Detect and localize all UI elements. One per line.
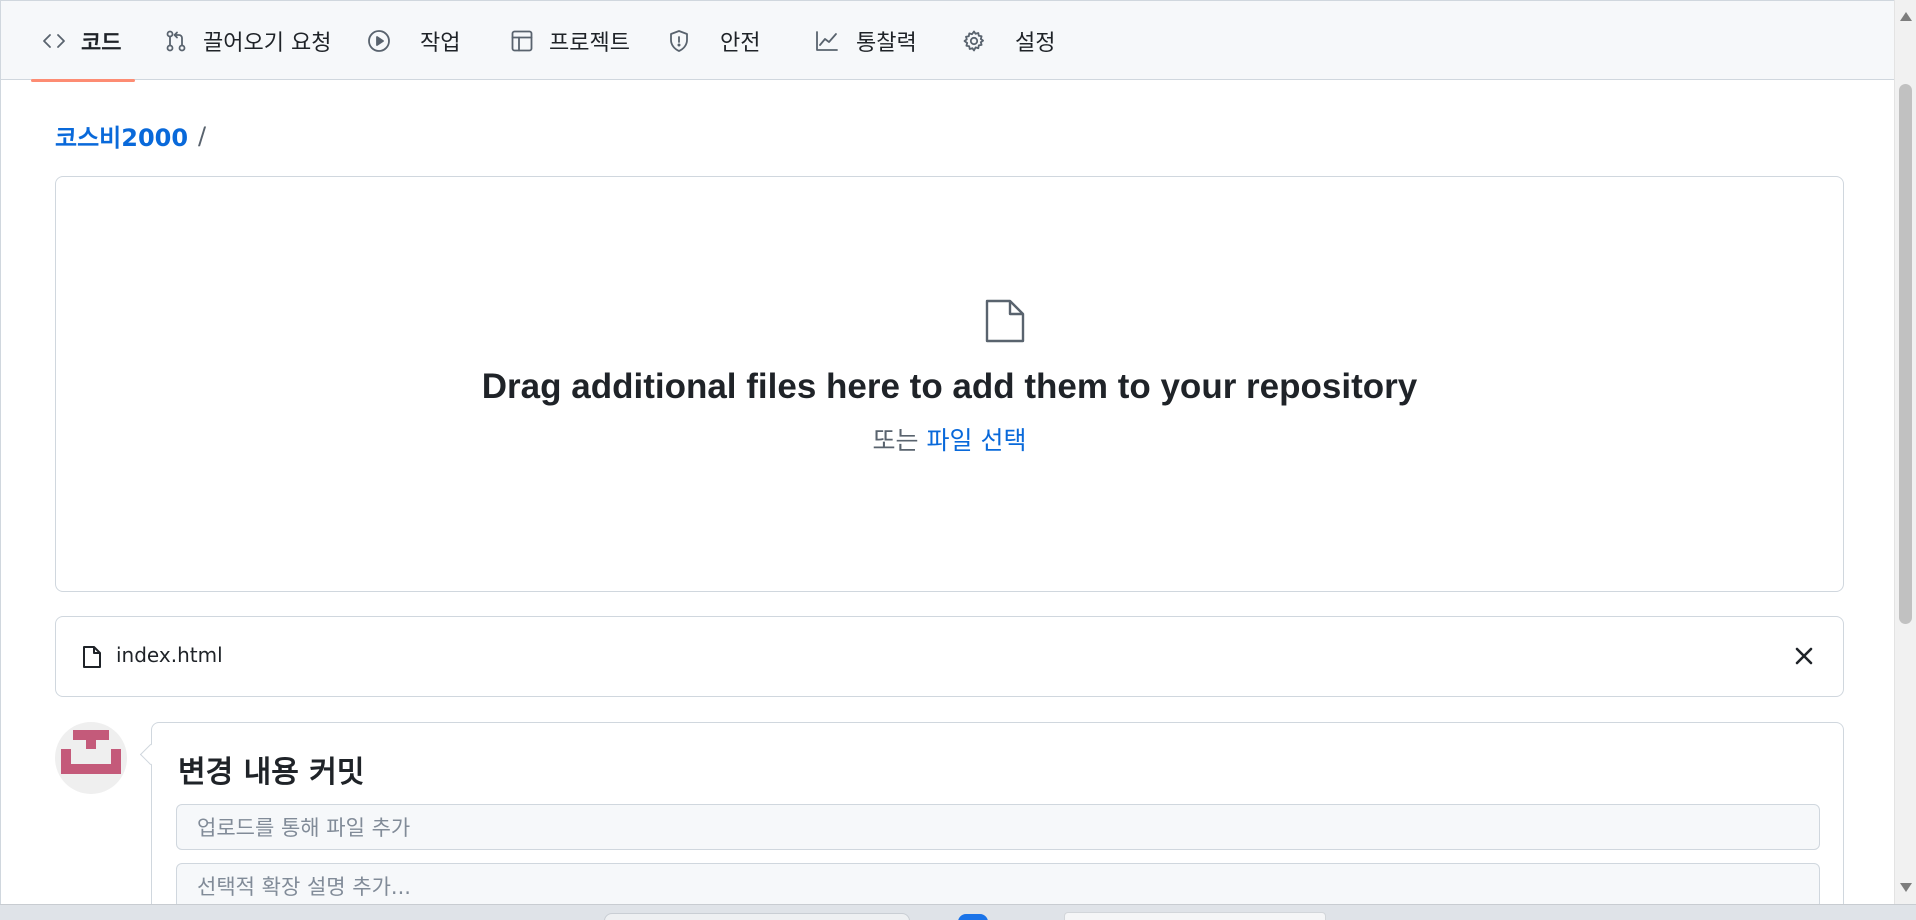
tab-pull-requests[interactable]: 끌어오기 요청 (163, 1, 331, 81)
tab-label: 끌어오기 요청 (203, 31, 332, 56)
taskbar-item[interactable] (1064, 912, 1326, 920)
drop-zone-or-text: 또는 (872, 426, 919, 455)
taskbar-strip (0, 904, 1916, 920)
tab-projects[interactable]: 프로젝트 (509, 1, 630, 81)
drop-zone-title: Drag additional files here to add them t… (481, 367, 1418, 406)
scroll-up-arrow-icon[interactable] (1900, 12, 1912, 21)
avatar (55, 722, 127, 794)
gear-icon (961, 28, 987, 54)
play-icon (366, 28, 392, 54)
vertical-scrollbar[interactable] (1894, 0, 1916, 904)
scroll-down-arrow-icon[interactable] (1900, 883, 1912, 892)
pull-request-icon (163, 28, 189, 54)
uploaded-file-name: index.html (116, 643, 223, 667)
scrollbar-thumb[interactable] (1899, 84, 1912, 624)
file-icon (983, 297, 1027, 345)
repo-owner-link[interactable]: 코스비2000 (55, 118, 188, 153)
tab-security[interactable]: 안전 (666, 1, 760, 81)
tab-settings[interactable]: 설정 (961, 1, 1055, 81)
tab-actions[interactable]: 작업 (366, 1, 460, 81)
commit-changes-box: 변경 내용 커밋 업로드를 통해 파일 추가 선택적 확장 설명 추가... (151, 722, 1844, 904)
shield-icon (666, 28, 692, 54)
tab-label: 프로젝트 (549, 31, 630, 56)
commit-summary-input[interactable]: 업로드를 통해 파일 추가 (176, 804, 1820, 850)
tab-label: 안전 (720, 31, 761, 56)
graph-icon (814, 28, 840, 54)
drop-zone-subtitle: 또는 파일 선택 (56, 421, 1843, 457)
choose-files-link[interactable]: 파일 선택 (927, 426, 1027, 455)
code-icon (41, 28, 67, 54)
commit-description-input[interactable]: 선택적 확장 설명 추가... (176, 863, 1820, 904)
commit-title: 변경 내용 커밋 (178, 755, 365, 790)
table-icon (509, 28, 535, 54)
file-icon (82, 645, 102, 669)
tab-insights[interactable]: 통찰력 (814, 1, 917, 81)
file-drop-zone[interactable]: Drag additional files here to add them t… (55, 176, 1844, 592)
taskbar-app-icon[interactable] (958, 914, 988, 920)
uploaded-file-row: index.html (55, 616, 1844, 697)
page: 코드 끌어오기 요청 작업 프로젝트 안전 통찰력 설정 코스비2000 / D… (0, 0, 1894, 904)
tab-label: 작업 (420, 31, 461, 56)
tab-code[interactable]: 코드 (30, 1, 137, 82)
breadcrumb-separator: / (198, 121, 207, 150)
breadcrumb: 코스비2000 / (55, 118, 206, 153)
tab-label: 통찰력 (856, 31, 917, 56)
tab-label: 설정 (1015, 31, 1056, 56)
tab-label: 코드 (81, 31, 122, 56)
close-icon[interactable] (1791, 643, 1817, 669)
repo-nav: 코드 끌어오기 요청 작업 프로젝트 안전 통찰력 설정 (1, 0, 1894, 82)
taskbar-item[interactable] (604, 913, 910, 920)
